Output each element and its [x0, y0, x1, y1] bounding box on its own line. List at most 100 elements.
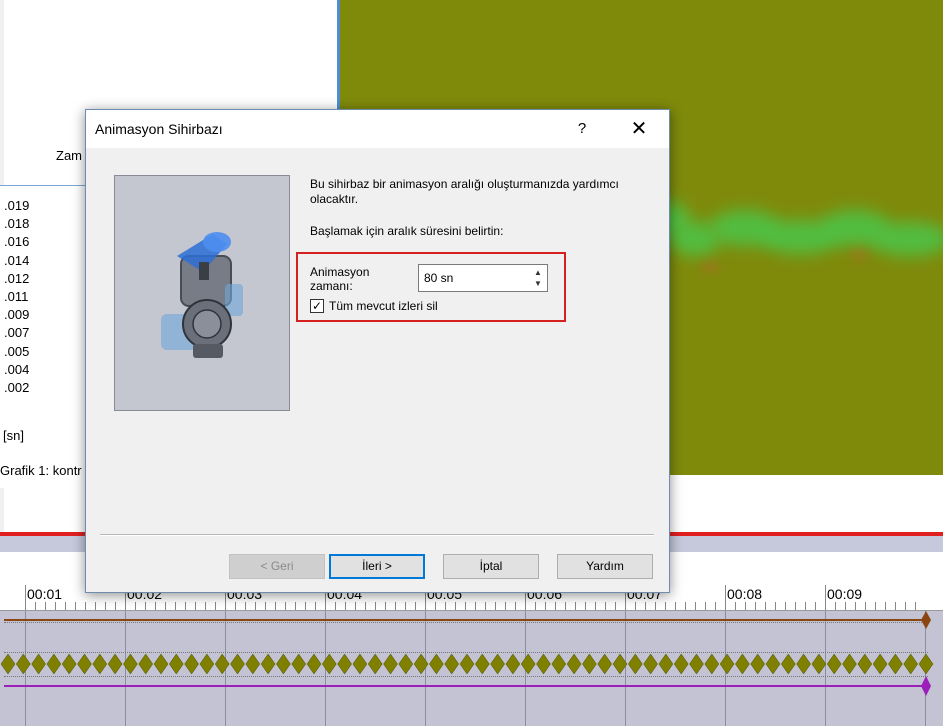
timeline-tick-label: 00:01	[27, 586, 63, 602]
axis-value: .002	[4, 380, 30, 395]
chevron-up-icon[interactable]: ▲	[532, 267, 544, 278]
keyframe-diamond	[138, 653, 154, 675]
close-icon[interactable]: ✕	[616, 113, 662, 145]
keyframe-diamond	[0, 653, 16, 675]
keyframe-diamond	[551, 653, 567, 675]
back-button[interactable]: < Geri	[229, 554, 325, 579]
animation-wizard-dialog: Animasyon Sihirbazı ? ✕ Bu sihirbaz bir …	[85, 109, 670, 593]
keyframe-diamond	[796, 653, 811, 675]
keyframe-diamond	[719, 653, 735, 675]
axis-value: .007	[4, 325, 30, 341]
keyframe-diamond	[536, 653, 551, 675]
axis-value: .019	[4, 198, 30, 213]
keyframe-diamond	[582, 653, 597, 675]
keyframe-diamond	[260, 653, 276, 675]
keyframe-diamond	[321, 653, 337, 675]
axis-value: .016	[4, 234, 30, 250]
keyframe-diamond	[214, 653, 230, 675]
keyframe-diamond	[704, 653, 720, 675]
chevron-down-icon[interactable]: ▼	[532, 278, 544, 289]
axis-value: .012	[4, 270, 30, 286]
keyframe-diamond	[627, 653, 643, 675]
cancel-button[interactable]: İptal	[443, 554, 539, 579]
keyframe-diamond	[888, 653, 903, 675]
keyframe-diamond	[367, 653, 383, 675]
animation-time-value[interactable]: 80 sn	[424, 271, 453, 285]
keyframe-diamond	[918, 653, 934, 675]
keyframe-diamond	[689, 653, 704, 675]
wizard-intro-text: Bu sihirbaz bir animasyon aralığı oluştu…	[310, 177, 619, 206]
keyframe-diamond	[520, 653, 536, 675]
axis-value: .009	[4, 307, 30, 323]
keyframe-diamond	[643, 653, 658, 675]
keyframe-diamond	[490, 653, 505, 675]
keyframe-diamond	[597, 653, 613, 675]
keyframe-diamond	[413, 653, 429, 675]
keyframe-diamond	[811, 653, 827, 675]
unit-label: [sn]	[3, 428, 24, 443]
ruler-major-tick	[825, 585, 826, 610]
axis-value: .014	[4, 252, 30, 268]
keyframe-diamond	[750, 653, 766, 675]
keyframe-diamond	[123, 653, 138, 675]
axis-value: .018	[4, 216, 30, 232]
keyframe-diamond	[903, 653, 919, 675]
wizard-preview-image	[114, 175, 290, 411]
keyframe-end-marker-3	[921, 676, 931, 696]
valve-illustration	[161, 232, 243, 358]
keyframe-diamond	[352, 653, 368, 675]
dialog-title: Animasyon Sihirbazı	[95, 121, 223, 137]
keyframe-diamond	[77, 653, 92, 675]
keyframe-diamond	[337, 653, 352, 675]
keyframe-diamond	[230, 653, 245, 675]
keyframe-diamond	[444, 653, 460, 675]
axis-value: .004	[4, 361, 30, 377]
wizard-instruction: Başlamak için aralık süresini belirtin:	[310, 224, 504, 238]
keyframe-diamond	[168, 653, 184, 675]
next-button[interactable]: İleri >	[329, 554, 425, 579]
timeline-keyframes[interactable]	[0, 608, 943, 698]
keyframe-diamond	[107, 653, 123, 675]
help-question-button[interactable]: ?	[564, 113, 600, 145]
ruler-major-tick	[25, 585, 26, 610]
animation-time-label: Animasyon zamanı:	[310, 265, 370, 293]
keyframe-diamond	[566, 653, 582, 675]
keyframe-diamond	[291, 653, 307, 675]
keyframe-diamond-row	[0, 653, 934, 675]
keyframe-diamond	[245, 653, 261, 675]
keyframe-diamond	[184, 653, 199, 675]
keyframe-diamond	[673, 653, 689, 675]
keyframe-diamond	[505, 653, 521, 675]
keyframe-diamond	[842, 653, 857, 675]
keyframe-diamond	[474, 653, 490, 675]
keyframe-diamond	[15, 653, 31, 675]
keyframe-diamond	[658, 653, 674, 675]
keyframe-diamond	[398, 653, 414, 675]
help-button[interactable]: Yardım	[557, 554, 653, 579]
keyframe-diamond	[306, 653, 322, 675]
keyframe-diamond	[429, 653, 444, 675]
animation-time-spinner[interactable]: 80 sn ▲ ▼	[418, 264, 548, 292]
keyframe-diamond	[199, 653, 215, 675]
keyframe-end-marker-1	[921, 611, 931, 629]
timeline-tick-label: 00:09	[827, 586, 863, 602]
keyframe-diamond	[459, 653, 475, 675]
axis-value: .011	[4, 289, 29, 304]
delete-traces-checkbox[interactable]: ✓	[310, 299, 324, 313]
left-panel-partial-label: Zam	[56, 148, 82, 163]
delete-traces-label[interactable]: Tüm mevcut izleri sil	[329, 299, 438, 313]
keyframe-diamond	[780, 653, 796, 675]
timeline-tick-label: 00:08	[727, 586, 763, 602]
graph-label: Grafik 1: kontr	[0, 463, 82, 478]
axis-value: .005	[4, 343, 30, 359]
keyframe-diamond	[31, 653, 46, 675]
dialog-separator	[100, 534, 654, 536]
keyframe-diamond	[46, 653, 62, 675]
keyframe-diamond	[61, 653, 77, 675]
keyframe-diamond	[735, 653, 750, 675]
keyframe-diamond	[383, 653, 398, 675]
keyframe-diamond	[276, 653, 291, 675]
ruler-major-tick	[725, 585, 726, 610]
keyframe-diamond	[765, 653, 781, 675]
keyframe-diamond	[612, 653, 628, 675]
